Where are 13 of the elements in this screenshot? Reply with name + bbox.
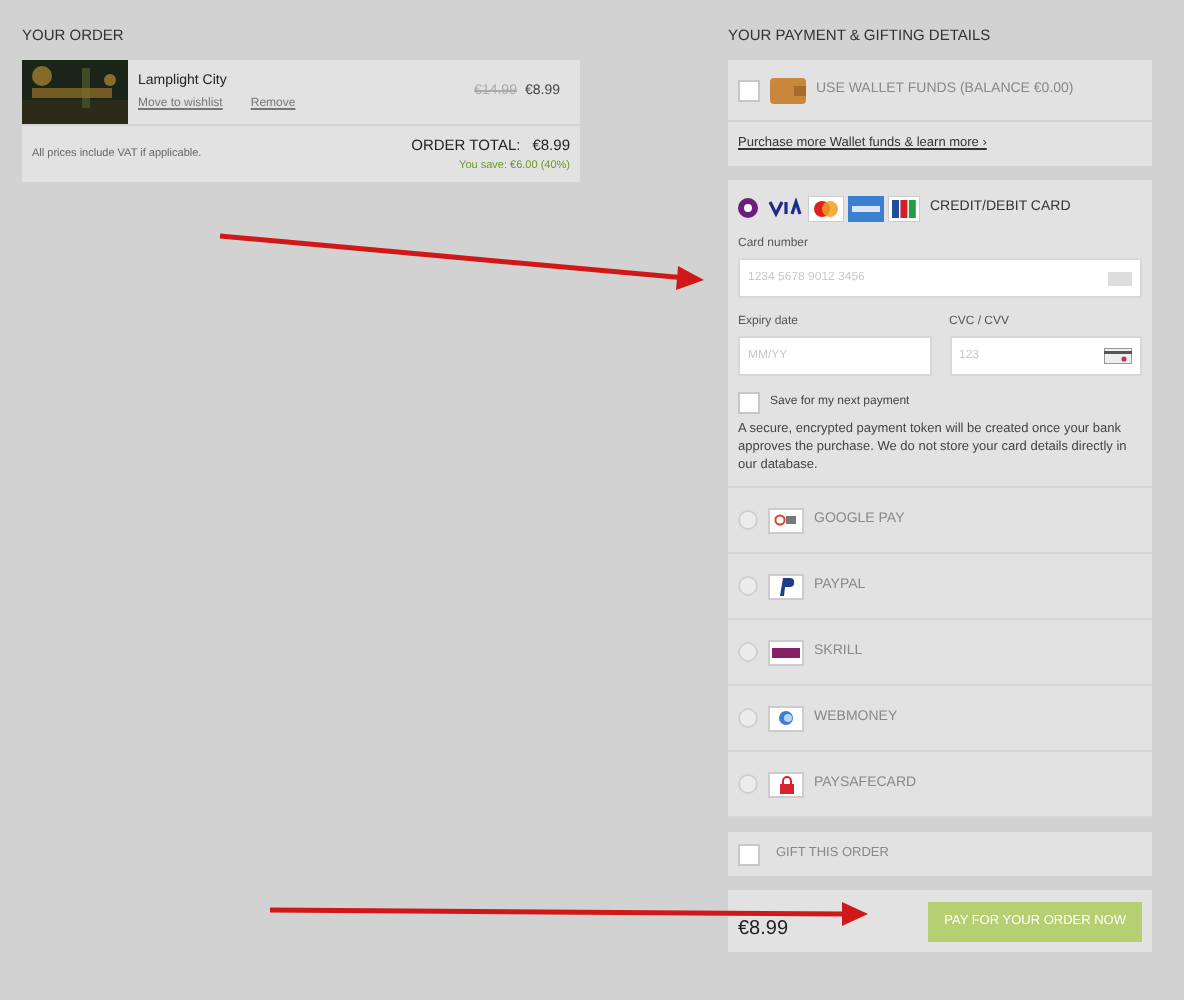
radio-button[interactable]: [738, 198, 758, 218]
globe-icon: [768, 705, 804, 731]
wallet-icon: [770, 77, 806, 104]
lock-icon: [768, 771, 804, 797]
mastercard-logo-icon: [808, 195, 844, 221]
paypal-logo-icon: [768, 573, 804, 599]
checkout-total: €8.99: [738, 916, 789, 944]
checkbox[interactable]: [738, 79, 760, 102]
jcb-logo-icon: [888, 195, 920, 221]
checkbox[interactable]: [738, 392, 760, 414]
card-back-icon: [1104, 348, 1132, 364]
amex-logo-icon: [848, 195, 884, 221]
checkbox[interactable]: [738, 843, 760, 865]
